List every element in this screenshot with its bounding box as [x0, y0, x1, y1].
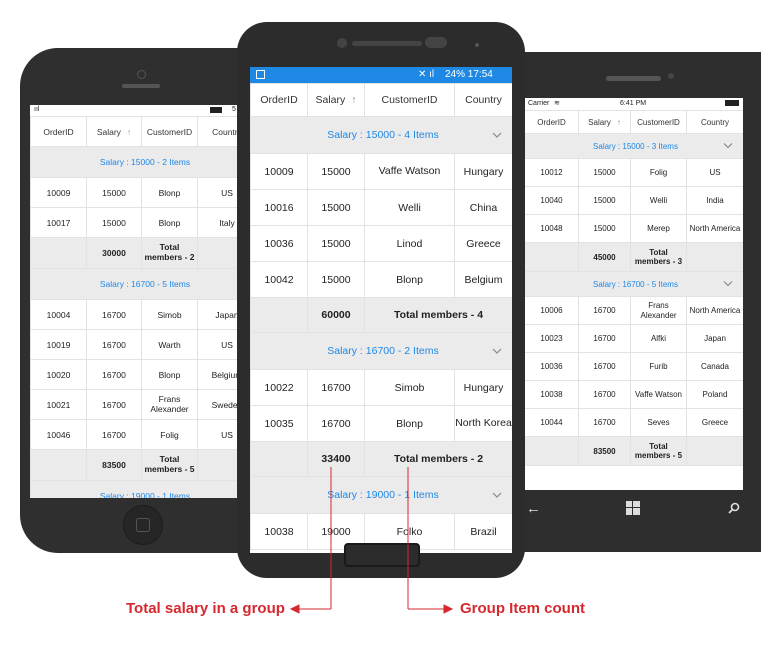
annotation-lines	[289, 467, 454, 614]
annotation-group-item-count: Group Item count	[460, 600, 585, 617]
annotation-total-salary: Total salary in a group	[126, 600, 285, 617]
